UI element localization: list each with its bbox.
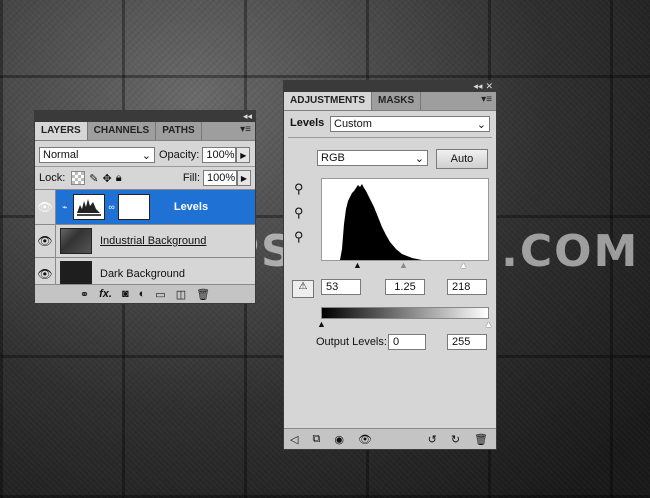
- clip-to-layer-icon[interactable]: ◉: [334, 433, 344, 446]
- adjustments-bottom-toolbar: ◁ ⧉ ◉ 👁︎ ↺ ↻ 🗑︎: [284, 428, 496, 449]
- layer-name: Industrial Background: [100, 235, 207, 247]
- adjustment-title: Levels: [290, 117, 325, 129]
- adjustments-titlebar[interactable]: ◂◂ ✕: [284, 81, 496, 92]
- adjustment-icon[interactable]: ◐: [139, 288, 146, 300]
- levels-adjustment-icon: [73, 194, 106, 220]
- input-gamma-field[interactable]: 1.25: [385, 279, 425, 295]
- lock-transparency-icon[interactable]: [71, 171, 86, 185]
- input-black-field[interactable]: 53: [321, 279, 361, 295]
- view-previous-icon[interactable]: ↺: [428, 433, 437, 446]
- tab-layers[interactable]: LAYERS: [35, 122, 88, 140]
- black-point-slider[interactable]: ▲: [353, 260, 362, 270]
- output-levels-label: Output Levels:: [316, 336, 387, 348]
- layers-bottom-toolbar: ⚭ fx. ◙ ◐ ▭ ◫ 🗑︎: [35, 284, 255, 303]
- gamma-slider[interactable]: ▲: [399, 260, 408, 270]
- reset-icon[interactable]: ↻: [451, 433, 460, 446]
- panel-menu-icon[interactable]: ▾≡: [481, 94, 492, 105]
- fx-icon[interactable]: fx.: [99, 288, 112, 300]
- opacity-label: Opacity:: [159, 149, 200, 161]
- layer-row-industrial[interactable]: 👁︎ Industrial Background: [35, 224, 255, 257]
- channel-value: RGB: [321, 152, 345, 164]
- layer-mask-thumbnail[interactable]: [117, 194, 150, 220]
- adjustments-panel: ◂◂ ✕ ADJUSTMENTS MASKS ▾≡ Levels Custom …: [283, 80, 497, 450]
- blend-row: Normal ⌄ Opacity: 100% ▶: [35, 144, 255, 166]
- layers-tabbar: LAYERS CHANNELS PATHS ▾≡: [35, 122, 255, 141]
- fill-input[interactable]: 100%: [203, 170, 237, 186]
- eye-icon[interactable]: 👁︎: [35, 225, 56, 257]
- adjustments-tabbar: ADJUSTMENTS MASKS ▾≡: [284, 92, 496, 111]
- visibility-eye-icon[interactable]: 👁︎: [358, 433, 372, 446]
- white-point-slider[interactable]: ▲: [459, 260, 468, 270]
- tab-masks[interactable]: MASKS: [372, 92, 422, 110]
- input-white-field[interactable]: 218: [447, 279, 487, 295]
- lock-row: Lock: ✎ ✥ 🔒︎ Fill: 100% ▶: [35, 166, 255, 189]
- clipping-warning-icon[interactable]: ⚠: [292, 280, 314, 298]
- black-eyedropper-icon[interactable]: ⚲: [294, 181, 304, 197]
- opacity-input[interactable]: 100%: [202, 147, 237, 163]
- collapse-icon[interactable]: ◂◂: [243, 112, 252, 121]
- blend-mode-select[interactable]: Normal ⌄: [39, 147, 155, 163]
- new-layer-icon[interactable]: ◫: [176, 288, 186, 301]
- white-eyedropper-icon[interactable]: ⚲: [294, 229, 304, 245]
- preset-value: Custom: [334, 118, 372, 130]
- preset-select[interactable]: Custom ⌄: [330, 116, 490, 132]
- channel-select[interactable]: RGB ⌄: [317, 150, 428, 166]
- output-white-field[interactable]: 255: [447, 334, 487, 350]
- output-white-slider[interactable]: ▲: [484, 319, 493, 329]
- opacity-value: 100%: [206, 149, 235, 161]
- trash-icon[interactable]: 🗑︎: [474, 433, 488, 446]
- close-icon[interactable]: ✕: [485, 82, 493, 91]
- histogram: [321, 178, 489, 261]
- lock-label: Lock:: [39, 172, 66, 184]
- trash-icon[interactable]: 🗑︎: [196, 288, 210, 301]
- mask-icon[interactable]: ◙: [122, 288, 129, 300]
- chain-link-icon[interactable]: ∞: [108, 202, 114, 212]
- layers-panel: ◂◂ LAYERS CHANNELS PATHS ▾≡ Normal ⌄ Opa…: [34, 110, 256, 304]
- chevron-down-icon: ⌄: [414, 152, 424, 165]
- auto-button[interactable]: Auto: [436, 149, 488, 169]
- layer-link-icon: ⌁: [62, 201, 68, 212]
- layers-titlebar[interactable]: ◂◂: [35, 111, 255, 122]
- layer-row-levels[interactable]: 👁︎ ⌁ ∞ Levels: [35, 189, 255, 224]
- expand-view-icon[interactable]: ⧉: [312, 433, 320, 446]
- layer-name: Dark Background: [100, 268, 185, 280]
- layer-name: Levels: [173, 201, 209, 213]
- fill-value: 100%: [207, 172, 236, 184]
- layer-thumbnail: [60, 228, 92, 254]
- lock-all-icon[interactable]: 🔒︎: [116, 172, 122, 185]
- lock-move-icon[interactable]: ✥: [103, 172, 112, 185]
- fill-arrow-button[interactable]: ▶: [237, 170, 251, 186]
- chevron-down-icon: ⌄: [476, 118, 486, 131]
- opacity-arrow-button[interactable]: ▶: [236, 147, 251, 163]
- eye-icon[interactable]: 👁︎: [35, 190, 56, 224]
- input-slider-track[interactable]: ▲ ▲ ▲: [321, 260, 489, 270]
- fill-label: Fill:: [182, 172, 200, 184]
- divider: [288, 137, 492, 138]
- folder-icon[interactable]: ▭: [155, 288, 165, 301]
- output-gradient-bar: [321, 307, 489, 319]
- panel-menu-icon[interactable]: ▾≡: [240, 124, 251, 135]
- gray-eyedropper-icon[interactable]: ⚲: [294, 205, 304, 221]
- lock-brush-icon[interactable]: ✎: [89, 172, 98, 185]
- back-arrow-icon[interactable]: ◁: [290, 433, 298, 446]
- collapse-icon[interactable]: ◂◂: [473, 82, 482, 91]
- tab-paths[interactable]: PATHS: [156, 122, 202, 140]
- output-black-slider[interactable]: ▲: [317, 319, 326, 329]
- tab-channels[interactable]: CHANNELS: [88, 122, 157, 140]
- tab-adjustments[interactable]: ADJUSTMENTS: [284, 92, 373, 110]
- blend-mode-value: Normal: [43, 149, 79, 161]
- link-icon[interactable]: ⚭: [80, 288, 89, 301]
- output-black-field[interactable]: 0: [388, 334, 426, 350]
- chevron-down-icon: ⌄: [141, 149, 151, 162]
- output-slider-track[interactable]: ▲ ▲: [317, 319, 493, 329]
